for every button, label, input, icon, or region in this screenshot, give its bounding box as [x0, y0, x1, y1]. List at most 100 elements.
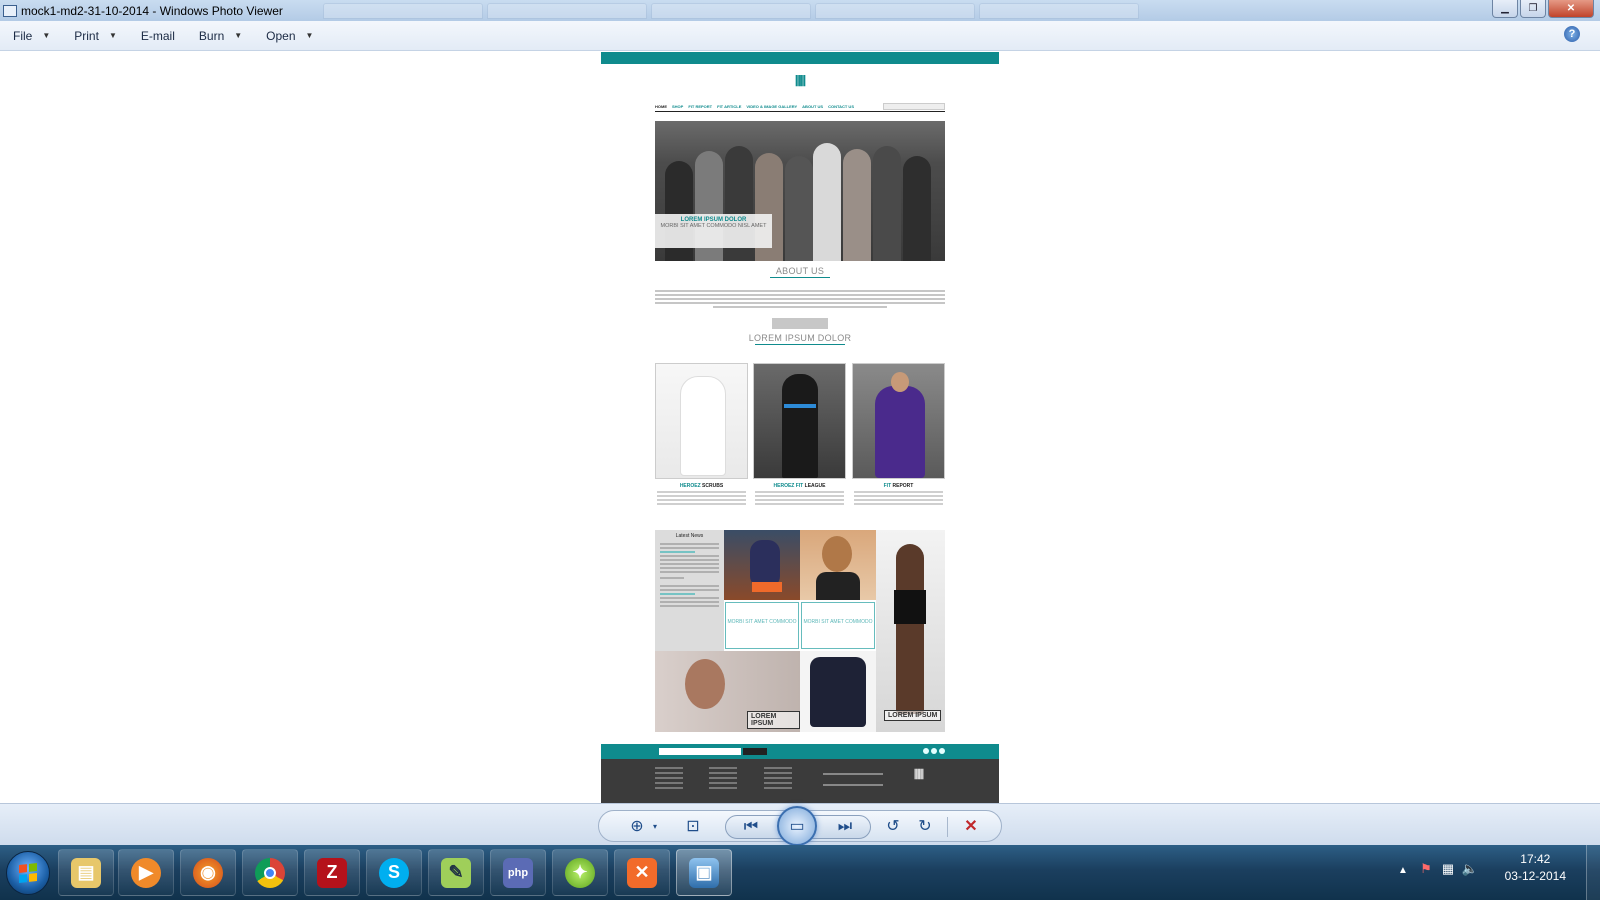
text-line — [660, 597, 719, 599]
mockup-hero-banner: LOREM IPSUM DOLOR MORBI SIT AMET COMMODO… — [655, 121, 945, 261]
window-title-bar[interactable]: mock1-md2-31-10-2014 - Windows Photo Vie… — [0, 0, 1600, 21]
latest-news-title: Latest News — [675, 533, 704, 539]
minimize-button[interactable]: ▁ — [1492, 0, 1518, 18]
product-title-accent: HEROEZ FIT — [773, 483, 804, 489]
notepad-plus-icon: ✎ — [441, 857, 471, 888]
text-line — [823, 784, 883, 786]
mockup-top-bar — [601, 52, 999, 64]
section-title-text: LOREM IPSUM DOLOR — [748, 333, 852, 343]
taskbar-skype[interactable]: S — [366, 849, 422, 896]
text-line — [823, 773, 883, 775]
google-plus-icon — [939, 748, 945, 754]
slideshow-icon[interactable]: ▭ — [777, 806, 817, 846]
mosaic-photo-tshirt — [800, 651, 876, 732]
accent-stripe — [784, 404, 816, 408]
filezilla-icon: Z — [317, 857, 347, 888]
athlete-silhouette — [782, 374, 818, 478]
show-desktop-button[interactable] — [1586, 845, 1600, 900]
menu-file[interactable]: File ▼ — [8, 26, 55, 46]
taskbar-file-explorer[interactable]: ▤ — [58, 849, 114, 896]
mosaic-photo-athlete-tall: LOREM IPSUM — [876, 530, 945, 732]
rotate-left-icon[interactable]: ↺ — [881, 815, 905, 837]
sports-top-shape — [816, 572, 860, 600]
mosaic-photo-smiling-woman — [800, 530, 876, 600]
taskbar-php-designer[interactable]: php — [490, 849, 546, 896]
about-title-text: ABOUT US — [775, 266, 825, 276]
taskbar-filezilla[interactable]: Z — [304, 849, 360, 896]
menu-print[interactable]: Print ▼ — [69, 26, 122, 46]
mockup-image: ⫴⫴ HOME SHOP FIT REPORT FIT ARTICLE VIDE… — [601, 52, 999, 803]
text-line — [854, 491, 943, 493]
menu-burn[interactable]: Burn ▼ — [194, 26, 247, 46]
action-center-flag-icon[interactable]: ⚑ — [1418, 861, 1434, 877]
dumbbell-logo-icon: ⫴⫴ — [795, 73, 806, 89]
mosaic-photo-portrait: LOREM IPSUM — [655, 651, 800, 732]
menu-open[interactable]: Open ▼ — [261, 26, 318, 46]
text-line — [709, 777, 737, 779]
menu-open-label: Open — [266, 28, 296, 43]
rotate-right-icon[interactable]: ↻ — [913, 815, 937, 837]
text-line — [660, 571, 719, 573]
promo-text: MORBI SIT AMET COMMODO — [727, 619, 797, 625]
taskbar-notepad-plus[interactable]: ✎ — [428, 849, 484, 896]
php-designer-icon: php — [503, 857, 533, 888]
file-explorer-icon: ▤ — [71, 857, 101, 888]
text-line — [657, 491, 746, 493]
taskbar-chrome[interactable] — [242, 849, 298, 896]
taskbar-photo-viewer[interactable]: ▣ — [676, 849, 732, 896]
next-icon[interactable]: ⏭ — [833, 816, 857, 838]
hero-figure — [873, 146, 901, 261]
product-title: FIT REPORT — [852, 483, 945, 489]
chevron-down-icon: ▼ — [42, 31, 51, 40]
menu-bar: File ▼ Print ▼ E-mail Burn ▼ Open ▼ — [0, 21, 1600, 51]
head-shape — [685, 659, 725, 709]
chevron-down-icon[interactable]: ▾ — [643, 815, 667, 837]
clock-time: 17:42 — [1520, 852, 1551, 866]
ghost-tab — [814, 2, 975, 19]
chevron-down-icon: ▼ — [108, 31, 117, 40]
actual-size-icon[interactable]: ⊡ — [681, 815, 705, 837]
delete-icon[interactable]: ✕ — [959, 815, 983, 837]
product-title-rest: REPORT — [891, 483, 914, 489]
text-line — [755, 499, 844, 501]
viewer-controls-group: ⊕ ▾ ⊡ ⏮ ▭ ⏭ ↺ ↻ ✕ — [598, 806, 1002, 846]
product-text — [655, 491, 748, 505]
about-read-more-button — [772, 318, 828, 329]
show-hidden-icons-icon[interactable]: ▲ — [1398, 865, 1408, 876]
text-line — [764, 767, 792, 769]
system-tray: ▲ ⚑ ▦ 🔈 17:42 03-12-2014 — [1390, 845, 1600, 900]
product-title-accent: HEROEZ — [679, 483, 701, 489]
product-title-accent: FIT — [883, 483, 892, 489]
menu-email[interactable]: E-mail — [136, 26, 180, 46]
xampp-icon: ✕ — [627, 857, 657, 888]
text-line — [655, 787, 683, 789]
mockup-nav-item: HOME — [655, 104, 667, 109]
footer-column — [764, 767, 804, 792]
skype-icon: S — [379, 857, 409, 888]
ghost-tab — [650, 2, 811, 19]
system-clock[interactable]: 17:42 03-12-2014 — [1505, 851, 1566, 885]
text-line — [655, 298, 945, 300]
mockup-logo: ⫴⫴ — [601, 64, 999, 98]
text-line — [655, 767, 683, 769]
windows-taskbar: ▤ ▶ ◉ Z S ✎ php ✦ ✕ ▣ ▲ ⚑ ▦ 🔈 17:42 03-1… — [0, 845, 1600, 900]
taskbar-xampp[interactable]: ✕ — [614, 849, 670, 896]
start-button[interactable] — [6, 851, 50, 895]
restore-button[interactable]: ❐ — [1520, 0, 1546, 18]
close-button[interactable]: ✕ — [1548, 0, 1594, 18]
menu-email-label: E-mail — [140, 28, 175, 43]
head-shape — [822, 536, 852, 572]
footer-logo-icon: ⫴⫴ — [914, 767, 924, 782]
viewer-control-bar: ⊕ ▾ ⊡ ⏮ ▭ ⏭ ↺ ↻ ✕ — [0, 803, 1600, 846]
previous-icon[interactable]: ⏮ — [739, 816, 763, 838]
footer-contact — [823, 773, 883, 795]
taskbar-media-player[interactable]: ▶ — [118, 849, 174, 896]
help-icon[interactable]: ? — [1564, 26, 1580, 42]
chrome-icon — [255, 857, 285, 888]
hero-figure — [813, 143, 841, 261]
taskbar-network-app[interactable]: ✦ — [552, 849, 608, 896]
twitter-icon — [931, 748, 937, 754]
taskbar-firefox[interactable]: ◉ — [180, 849, 236, 896]
volume-icon[interactable]: 🔈 — [1462, 861, 1478, 877]
network-icon[interactable]: ▦ — [1440, 861, 1456, 877]
